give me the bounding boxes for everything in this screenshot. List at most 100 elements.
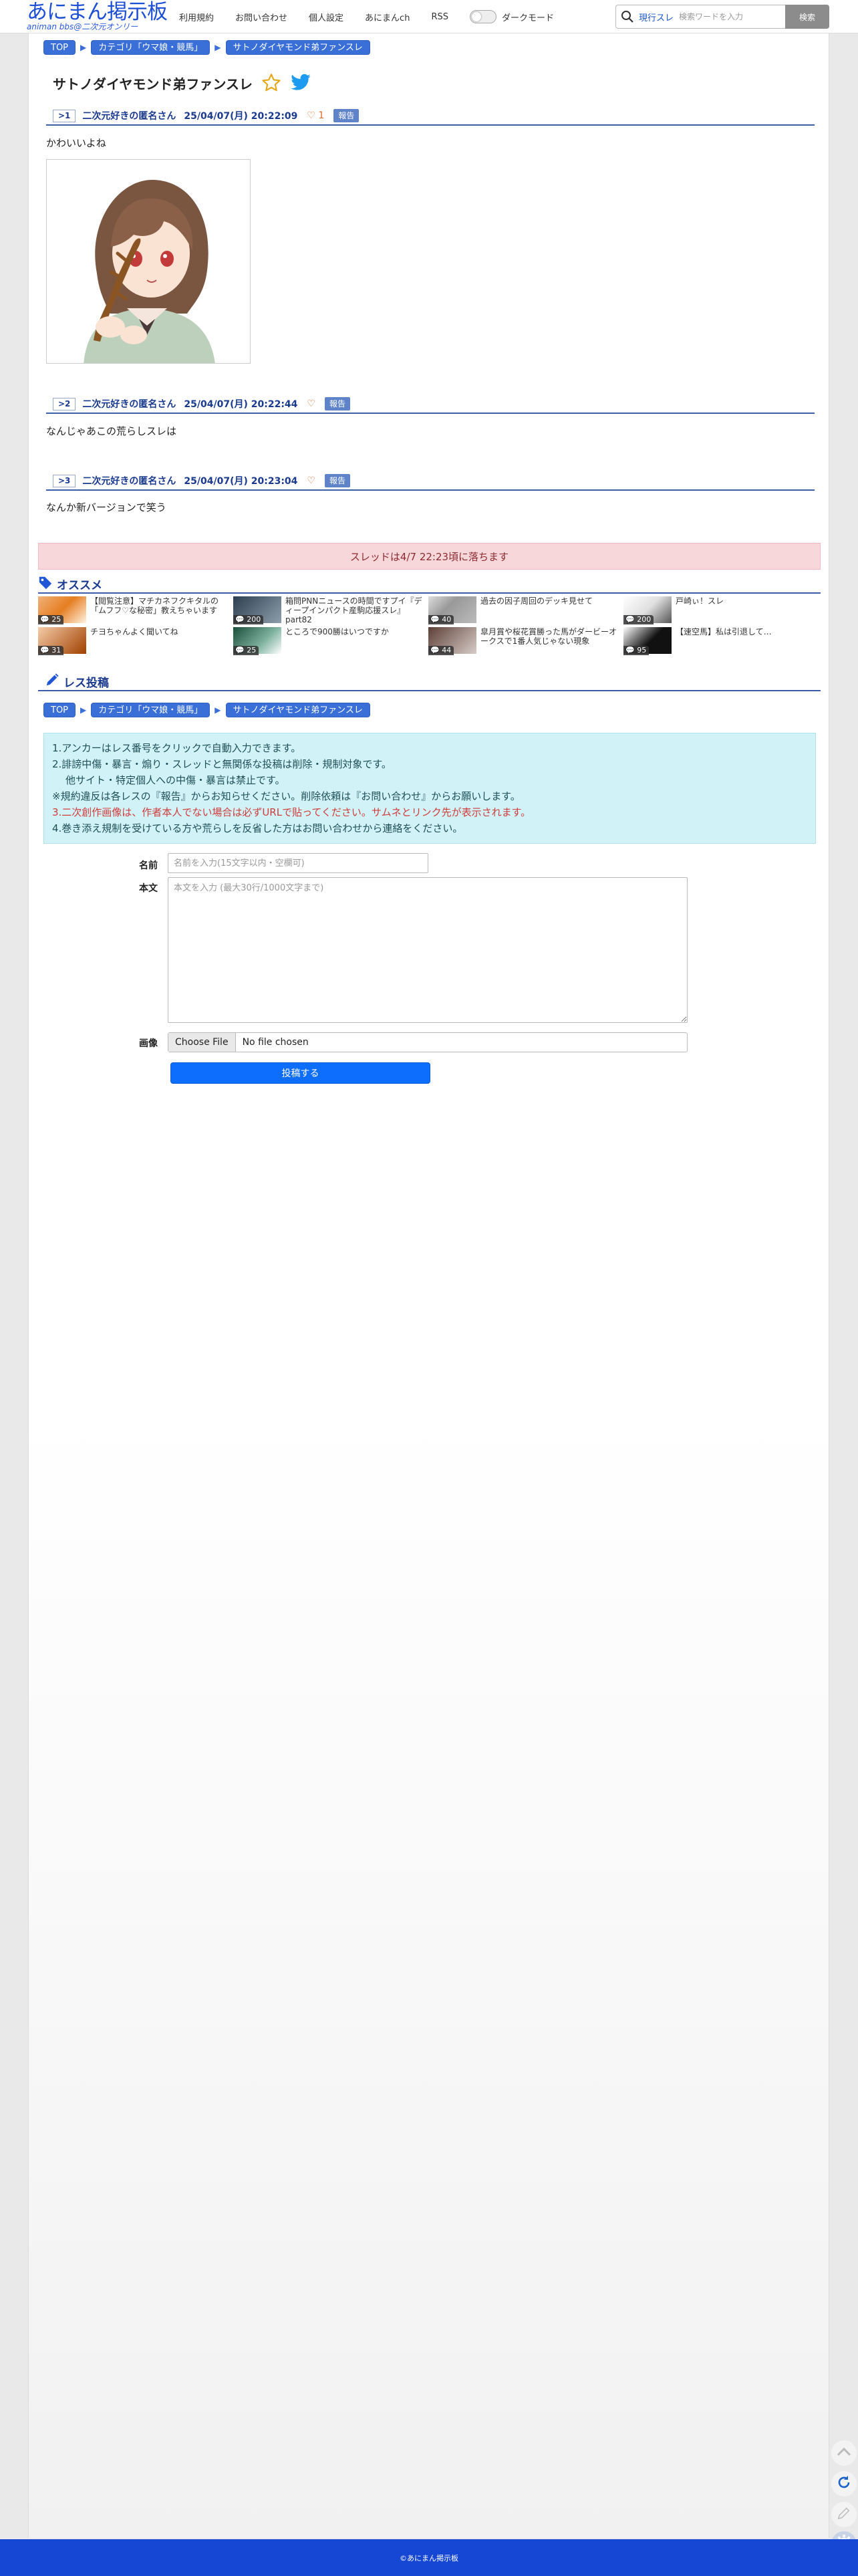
breadcrumb: TOP ▶ カテゴリ「ウマ娘・競馬」 ▶ サトノダイヤモンド弟ファンスレ bbox=[43, 703, 370, 717]
image-label: 画像 bbox=[139, 1038, 158, 1049]
pencil-icon bbox=[837, 2506, 851, 2523]
choose-file-button[interactable]: Choose File bbox=[168, 1033, 236, 1052]
recommend-item[interactable]: 💬 95 【速空馬】私は引退して… bbox=[623, 627, 817, 655]
rule-line: 3.二次創作画像は、作者本人でない場合は必ずURLで貼ってください。サムネとリン… bbox=[52, 806, 531, 818]
thread-link: チヨちゃんよく聞いてね bbox=[90, 627, 178, 636]
reply-count: 💬 200 bbox=[623, 615, 654, 624]
thread-link: 過去の因子周回のデッキ見せて bbox=[480, 596, 593, 606]
post-number[interactable]: >3 bbox=[53, 474, 76, 487]
recommend-item[interactable]: 💬 200 戸崎ぃ！スレ bbox=[623, 596, 817, 624]
recommend-item[interactable]: 💬 200 箱問PNNニュースの時間ですプイ『ディープインパクト産駒応援スレ』p… bbox=[233, 596, 427, 624]
refresh-icon bbox=[836, 2474, 852, 2493]
thread-expiry-notice: スレッドは4/7 22:23頃に落ちます bbox=[38, 543, 821, 570]
nav-animanch[interactable]: あにまんch bbox=[365, 11, 410, 23]
post-header: >1 二次元好きの匿名さん 25/04/07(月) 20:22:09 ♡ 1 報… bbox=[46, 107, 815, 126]
main-content: TOP ▶ カテゴリ「ウマ娘・競馬」 ▶ サトノダイヤモンド弟ファンスレ サトノ… bbox=[28, 33, 829, 2538]
report-button[interactable]: 報告 bbox=[324, 474, 350, 487]
recommend-list: 💬 25 【閲覧注意】マチカネフクキタルの「ムフフ♡な秘密」教えちゃいます 💬 … bbox=[38, 596, 821, 663]
like-button[interactable]: ♡ bbox=[307, 475, 315, 486]
image-file-input[interactable]: Choose File No file chosen bbox=[168, 1032, 688, 1052]
search-input[interactable] bbox=[679, 7, 782, 27]
post-body: かわいいよね bbox=[46, 137, 106, 149]
thread-title-bar: サトノダイヤモンド弟ファンスレ bbox=[53, 70, 319, 96]
post-header: >3 二次元好きの匿名さん 25/04/07(月) 20:23:04 ♡ 報告 bbox=[46, 472, 815, 491]
search-icon bbox=[616, 5, 639, 28]
site-footer: ©あにまん掲示板 bbox=[0, 2539, 858, 2576]
thread-link: ところで900勝はいつですか bbox=[285, 627, 389, 636]
dark-mode-toggle[interactable] bbox=[469, 10, 496, 23]
recommend-item[interactable]: 💬 31 チヨちゃんよく聞いてね bbox=[38, 627, 232, 655]
reload-button[interactable] bbox=[831, 2471, 857, 2496]
scroll-top-button[interactable] bbox=[831, 2440, 857, 2466]
thread-link: 【速空馬】私は引退して… bbox=[676, 627, 772, 636]
rule-line: 他サイト・特定個人への中傷・暴言は禁止です。 bbox=[65, 774, 285, 786]
nav-rss[interactable]: RSS bbox=[431, 12, 448, 22]
reply-count: 💬 25 bbox=[233, 646, 259, 655]
reply-count: 💬 25 bbox=[38, 615, 64, 624]
poster-name: 二次元好きの匿名さん bbox=[82, 399, 176, 410]
post-body: なんか新バージョンで笑う bbox=[46, 501, 166, 513]
nav-terms[interactable]: 利用規約 bbox=[179, 11, 214, 23]
post-date: 25/04/07(月) 20:22:44 bbox=[184, 399, 298, 410]
post-number[interactable]: >1 bbox=[53, 109, 76, 122]
like-button[interactable]: ♡ 1 bbox=[307, 110, 324, 121]
post-number[interactable]: >2 bbox=[53, 397, 76, 411]
submit-button[interactable]: 投稿する bbox=[170, 1062, 430, 1084]
like-button[interactable]: ♡ bbox=[307, 398, 315, 409]
breadcrumb-separator: ▶ bbox=[80, 705, 87, 715]
twitter-bird-icon[interactable] bbox=[290, 74, 311, 92]
file-status: No file chosen bbox=[242, 1037, 309, 1048]
site-header: あにまん掲示板 animan bbs@二次元オンリー 利用規約 お問い合わせ 個… bbox=[0, 0, 858, 33]
search-bar: 現行スレ 検索 bbox=[615, 5, 829, 29]
recommend-item[interactable]: 💬 25 ところで900勝はいつですか bbox=[233, 627, 427, 655]
search-mode-select[interactable]: 現行スレ bbox=[639, 11, 679, 23]
breadcrumb-separator: ▶ bbox=[214, 705, 221, 715]
logo-main-text: あにまん掲示板 bbox=[27, 0, 168, 24]
recommend-header: オススメ bbox=[38, 575, 821, 594]
dark-mode-label: ダークモード bbox=[501, 13, 554, 23]
post-body: なんじゃあこの荒らしスレは bbox=[46, 425, 177, 437]
breadcrumb-separator: ▶ bbox=[80, 43, 87, 52]
post-date: 25/04/07(月) 20:23:04 bbox=[184, 476, 298, 487]
pencil-icon bbox=[45, 673, 59, 690]
breadcrumb-top[interactable]: TOP bbox=[43, 703, 76, 717]
report-button[interactable]: 報告 bbox=[333, 109, 360, 122]
reply-title: レス投稿 bbox=[63, 676, 109, 690]
write-button[interactable] bbox=[831, 2502, 857, 2527]
reply-header: レス投稿 bbox=[38, 673, 821, 691]
thread-link: 戸崎ぃ！スレ bbox=[676, 596, 724, 606]
breadcrumb-category[interactable]: カテゴリ「ウマ娘・競馬」 bbox=[91, 40, 210, 55]
breadcrumb-thread[interactable]: サトノダイヤモンド弟ファンスレ bbox=[225, 703, 370, 717]
nav-contact[interactable]: お問い合わせ bbox=[235, 11, 287, 23]
rule-line: ※規約違反は各レスの『報告』からお知らせください。削除依頼は『お問い合わせ』から… bbox=[52, 790, 521, 802]
breadcrumb-category[interactable]: カテゴリ「ウマ娘・競馬」 bbox=[91, 703, 210, 717]
body-textarea[interactable] bbox=[168, 877, 688, 1023]
report-button[interactable]: 報告 bbox=[324, 397, 350, 411]
post-date: 25/04/07(月) 20:22:09 bbox=[184, 111, 298, 122]
breadcrumb-top[interactable]: TOP bbox=[43, 40, 76, 55]
breadcrumb: TOP ▶ カテゴリ「ウマ娘・競馬」 ▶ サトノダイヤモンド弟ファンスレ bbox=[43, 40, 370, 55]
star-icon[interactable] bbox=[261, 72, 282, 94]
recommend-item[interactable]: 💬 40 過去の因子周回のデッキ見せて bbox=[428, 596, 622, 624]
recommend-item[interactable]: 💬 25 【閲覧注意】マチカネフクキタルの「ムフフ♡な秘密」教えちゃいます bbox=[38, 596, 232, 624]
reply-count: 💬 44 bbox=[428, 646, 454, 655]
poster-name: 二次元好きの匿名さん bbox=[82, 476, 176, 487]
site-logo[interactable]: あにまん掲示板 animan bbs@二次元オンリー bbox=[27, 0, 168, 32]
rule-line: 4.巻き添え規制を受けている方や荒らしを反省した方はお問い合わせから連絡をくださ… bbox=[52, 822, 463, 834]
nav-settings[interactable]: 個人設定 bbox=[309, 11, 343, 23]
rule-line: 1.アンカーはレス番号をクリックで自動入力できます。 bbox=[52, 742, 301, 754]
chevron-up-icon bbox=[837, 2447, 851, 2459]
copyright-text: ©あにまん掲示板 bbox=[400, 2553, 458, 2563]
thread-link: 皐月賞や桜花賞勝った馬がダービーオークスで1番人気じゃない現象 bbox=[480, 627, 617, 646]
post-header: >2 二次元好きの匿名さん 25/04/07(月) 20:22:44 ♡ 報告 bbox=[46, 395, 815, 414]
thread-link: 箱問PNNニュースの時間ですプイ『ディープインパクト産駒応援スレ』part82 bbox=[285, 596, 422, 624]
thread-link: 【閲覧注意】マチカネフクキタルの「ムフフ♡な秘密」教えちゃいます bbox=[90, 596, 219, 615]
breadcrumb-thread[interactable]: サトノダイヤモンド弟ファンスレ bbox=[225, 40, 370, 55]
post-image[interactable] bbox=[46, 159, 251, 364]
posting-rules-notice: 1.アンカーはレス番号をクリックで自動入力できます。 2.誹謗中傷・暴言・煽り・… bbox=[43, 733, 816, 844]
recommend-item[interactable]: 💬 44 皐月賞や桜花賞勝った馬がダービーオークスで1番人気じゃない現象 bbox=[428, 627, 622, 655]
reply-count: 💬 31 bbox=[38, 646, 64, 655]
reply-count: 💬 200 bbox=[233, 615, 264, 624]
name-input[interactable] bbox=[168, 853, 428, 873]
search-button[interactable]: 検索 bbox=[785, 5, 829, 29]
